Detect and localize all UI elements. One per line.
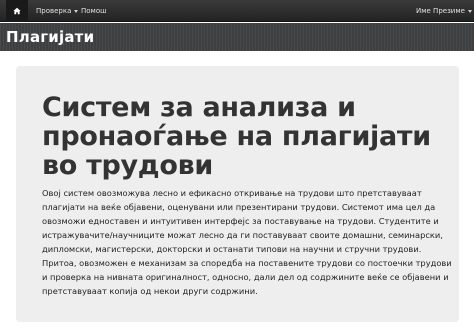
jumbotron-description: Овој систем овозможува лесно и ефикасно … — [42, 188, 452, 296]
home-button[interactable] — [6, 0, 28, 22]
top-navbar: Проверка Помош Име Презиме — [0, 0, 474, 22]
nav-menu-check-label: Проверка — [36, 7, 72, 15]
chevron-down-icon — [467, 9, 472, 13]
page-banner: Плагијати — [0, 23, 474, 51]
page-title: Плагијати — [6, 28, 95, 46]
nav-menu-help-label: Помош — [81, 7, 107, 15]
jumbotron: Систем за анализа и пронаоѓање на плагиј… — [16, 66, 459, 322]
jumbotron-heading: Систем за анализа и пронаоѓање на плагиј… — [42, 92, 431, 181]
user-menu[interactable]: Име Презиме — [416, 0, 472, 22]
nav-menu-help[interactable]: Помош — [81, 0, 107, 22]
home-icon — [13, 7, 21, 15]
chevron-down-icon — [74, 9, 79, 13]
nav-menu-check[interactable]: Проверка — [36, 0, 79, 22]
user-menu-label: Име Презиме — [416, 7, 465, 15]
